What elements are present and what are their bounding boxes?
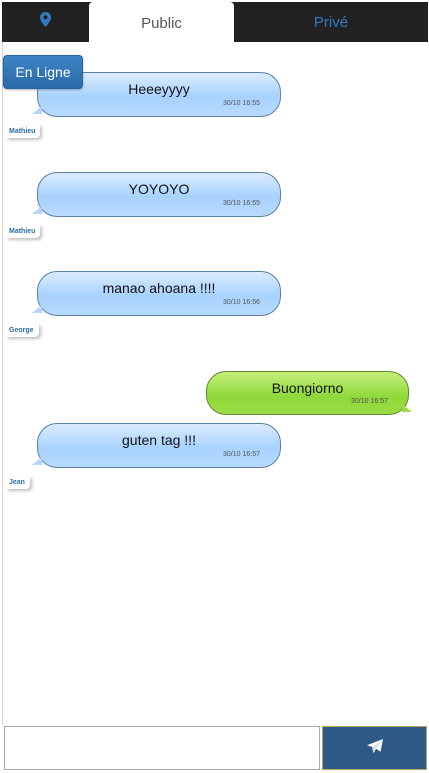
tab-location[interactable] <box>2 2 89 42</box>
bubble-tail <box>32 106 42 114</box>
message-input[interactable] <box>4 726 320 770</box>
online-users-button[interactable]: En Ligne <box>3 55 83 89</box>
tab-public[interactable]: Public <box>89 2 234 44</box>
message-bubble: YOYOYO 30/10 16:55 <box>37 172 281 217</box>
message-text: Buongiorno <box>271 380 344 396</box>
tab-prive[interactable]: Privé <box>234 2 428 42</box>
message-time: 30/10 16:57 <box>223 451 260 458</box>
sender-label: George <box>6 324 39 337</box>
sender-label: Mathieu <box>6 125 41 138</box>
message-time: 30/10 16:55 <box>223 200 260 207</box>
message-text: guten tag !!! <box>122 432 196 448</box>
sender-label: Mathieu <box>6 225 41 238</box>
map-marker-icon <box>40 12 51 32</box>
message-bubble: guten tag !!! 30/10 16:57 <box>37 423 281 468</box>
sender-label: Jean <box>6 476 30 489</box>
paper-plane-icon <box>366 738 383 758</box>
message-time: 30/10 16:57 <box>351 398 388 405</box>
message-time: 30/10 16:56 <box>223 299 260 306</box>
message-composer <box>2 725 428 772</box>
message-bubble: Buongiorno 30/10 16:57 <box>206 371 409 415</box>
top-nav: Public Privé <box>2 2 428 44</box>
message-bubble: manao ahoana !!!! 30/10 16:56 <box>37 271 281 316</box>
bubble-tail <box>32 305 42 313</box>
message-text: manao ahoana !!!! <box>102 280 216 296</box>
message-text: YOYOYO <box>128 181 190 197</box>
message-time: 30/10 16:55 <box>223 100 260 107</box>
bubble-tail <box>402 404 412 412</box>
bubble-tail <box>32 206 42 214</box>
bubble-tail <box>32 457 42 465</box>
send-button[interactable] <box>322 726 427 770</box>
